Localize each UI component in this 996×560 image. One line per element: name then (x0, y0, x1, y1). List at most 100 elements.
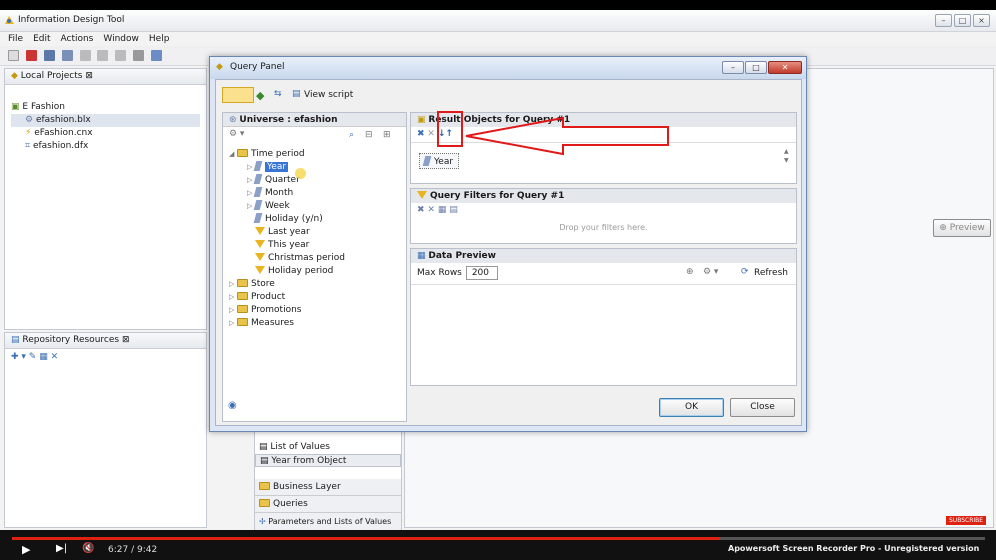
edit-icon[interactable]: ✎ (29, 352, 37, 362)
progress-played[interactable] (12, 537, 720, 540)
expand-icon[interactable]: ⊞ (383, 130, 391, 140)
menu-item-help[interactable]: Help (149, 32, 170, 46)
window-controls: – □ × (933, 14, 990, 27)
filters-toolbar: ✖ ✕ ▦ ▤ (411, 203, 796, 219)
delete-icon[interactable] (133, 50, 145, 61)
preview-button[interactable]: ⊕ Preview (933, 219, 991, 237)
tree-item[interactable]: ▷ Week (227, 200, 402, 213)
tree-item[interactable]: ▷ Product (227, 291, 402, 304)
expand-arrow-icon[interactable]: ▷ (229, 291, 237, 304)
sql-icon[interactable]: ⇆ (274, 89, 282, 99)
tree-item[interactable]: ◢ Time period (227, 148, 402, 161)
tab-queries[interactable]: Queries (255, 496, 401, 513)
paste-icon[interactable] (115, 50, 127, 61)
minimize-button[interactable]: – (935, 14, 952, 27)
data-preview-pane: ▦ Data Preview Max Rows 200 ⊕ ⚙ ▾ ⟳ Refr… (410, 248, 797, 386)
refresh-button[interactable]: Refresh (754, 268, 788, 278)
publish-icon[interactable] (151, 50, 162, 61)
save-icon[interactable] (43, 50, 55, 61)
delete-icon[interactable]: ✕ (51, 352, 59, 362)
tree-item[interactable]: Christmas period (227, 252, 402, 265)
title-bar: Information Design Tool – □ × (0, 10, 996, 32)
menu-item-actions[interactable]: Actions (61, 32, 94, 46)
options-icon[interactable]: ⚙ ▾ (229, 129, 244, 139)
repository-tab[interactable]: ▤ Repository Resources ⊠ (5, 333, 206, 349)
universe-toolbar: ⚙ ▾ ⌕ ⊟ ⊞ (223, 127, 406, 144)
file-label: eFashion.cnx (34, 128, 93, 138)
ok-button[interactable]: OK (659, 398, 724, 417)
tree-item[interactable]: ▷ Measures (227, 317, 402, 330)
tree-item[interactable]: ▷ Quarter (227, 174, 402, 187)
expand-arrow-icon[interactable]: ▷ (229, 304, 237, 317)
tree-item[interactable]: ▷ Month (227, 187, 402, 200)
copy-preview-icon[interactable]: ⊕ (686, 267, 694, 277)
play-icon[interactable]: ▶ (22, 543, 30, 556)
result-object-year[interactable]: Year (419, 153, 459, 169)
expand-arrow-icon[interactable]: ◢ (229, 148, 237, 161)
subquery-icon[interactable]: ▤ (449, 205, 458, 215)
query-panel-title: Query Panel (230, 62, 285, 72)
remove-icon[interactable]: ✕ (427, 129, 435, 139)
tree-item[interactable]: ▷ Promotions (227, 304, 402, 317)
filter-icon (255, 227, 265, 235)
minimize-button[interactable]: – (722, 61, 744, 74)
help-icon[interactable]: ◉ (228, 400, 237, 411)
volume-icon[interactable]: 🔇 (82, 543, 94, 554)
subscribe-button[interactable]: SUBSCRIBE (946, 516, 987, 525)
menu-item-window[interactable]: Window (103, 32, 139, 46)
expand-arrow-icon[interactable]: ▷ (229, 278, 237, 291)
remove-all-filters-icon[interactable]: ✖ (417, 205, 425, 215)
tree-item[interactable]: Holiday (y/n) (227, 213, 402, 226)
tree-item[interactable]: Holiday period (227, 265, 402, 278)
close-button[interactable]: × (973, 14, 990, 27)
result-scrollbar[interactable]: ▲ ▼ (784, 147, 794, 167)
preview-button-area: ⊕ Preview (819, 219, 991, 237)
folder-icon[interactable]: ▦ (39, 352, 48, 362)
file-item[interactable]: ⚡ eFashion.cnx (11, 127, 200, 140)
and-or-icon[interactable]: ▦ (438, 205, 447, 215)
query-panel-icon: ◆ (216, 62, 223, 72)
tree-item[interactable]: Last year (227, 226, 402, 239)
tree-item[interactable]: This year (227, 239, 402, 252)
list-item[interactable]: ▤ List of Values (255, 441, 401, 454)
next-icon[interactable]: ▶| (56, 543, 67, 554)
search-icon[interactable] (25, 50, 37, 61)
collapse-icon[interactable]: ⊟ (365, 130, 373, 140)
menu-item-edit[interactable]: Edit (33, 32, 50, 46)
file-item[interactable]: ⌗ efashion.dfx (11, 140, 200, 153)
close-dialog-button[interactable]: ✕ (768, 61, 802, 74)
remove-all-icon[interactable]: ✖ (417, 129, 425, 139)
video-time: 6:27 / 9:42 (108, 545, 158, 555)
save-all-icon[interactable] (61, 50, 73, 61)
copy-icon[interactable] (97, 50, 109, 61)
file-item[interactable]: ⚙ efashion.blx (11, 114, 200, 127)
maximize-button[interactable]: □ (745, 61, 767, 74)
progress-remaining[interactable] (720, 537, 985, 540)
tab-parameters[interactable]: ✢ Parameters and Lists of Values (255, 513, 401, 530)
tree-item[interactable]: ▷ Year (227, 161, 402, 174)
view-script-button[interactable]: View script (304, 90, 353, 100)
list-item[interactable]: ▤ Year from Object (255, 454, 401, 467)
new-icon[interactable] (8, 50, 19, 61)
preview-options-icon[interactable]: ⚙ ▾ (703, 267, 718, 277)
remove-filter-icon[interactable]: ✕ (427, 205, 435, 215)
menu-item-file[interactable]: File (8, 32, 23, 46)
list-of-values-icon: ▤ (259, 442, 268, 452)
tab-business-layer[interactable]: Business Layer (255, 479, 401, 496)
tree-item[interactable]: ▷ Store (227, 278, 402, 291)
app-title: Information Design Tool (18, 15, 125, 25)
cut-icon[interactable] (79, 50, 91, 61)
universe-toggle-button[interactable] (222, 87, 254, 103)
projects-tree: ▣ E Fashion ⚙ efashion.blx ⚡ eFashion.cn… (5, 85, 206, 157)
filter-pane-icon[interactable]: ◆ (256, 89, 264, 102)
business-layer-bottom-panel: ▤ List of Values ▤ Year from Object Busi… (254, 430, 402, 530)
project-item[interactable]: ▣ E Fashion (11, 101, 200, 114)
local-projects-tab[interactable]: ◆ Local Projects ⊠ (5, 69, 206, 85)
max-rows-input[interactable]: 200 (466, 266, 498, 280)
dialog-controls: – □ ✕ (721, 61, 802, 74)
maximize-button[interactable]: □ (954, 14, 971, 27)
search-icon[interactable]: ⌕ (349, 130, 354, 140)
expand-arrow-icon[interactable]: ▷ (229, 317, 237, 330)
connect-icon[interactable]: ✚ (11, 352, 19, 362)
close-button[interactable]: Close (730, 398, 795, 417)
